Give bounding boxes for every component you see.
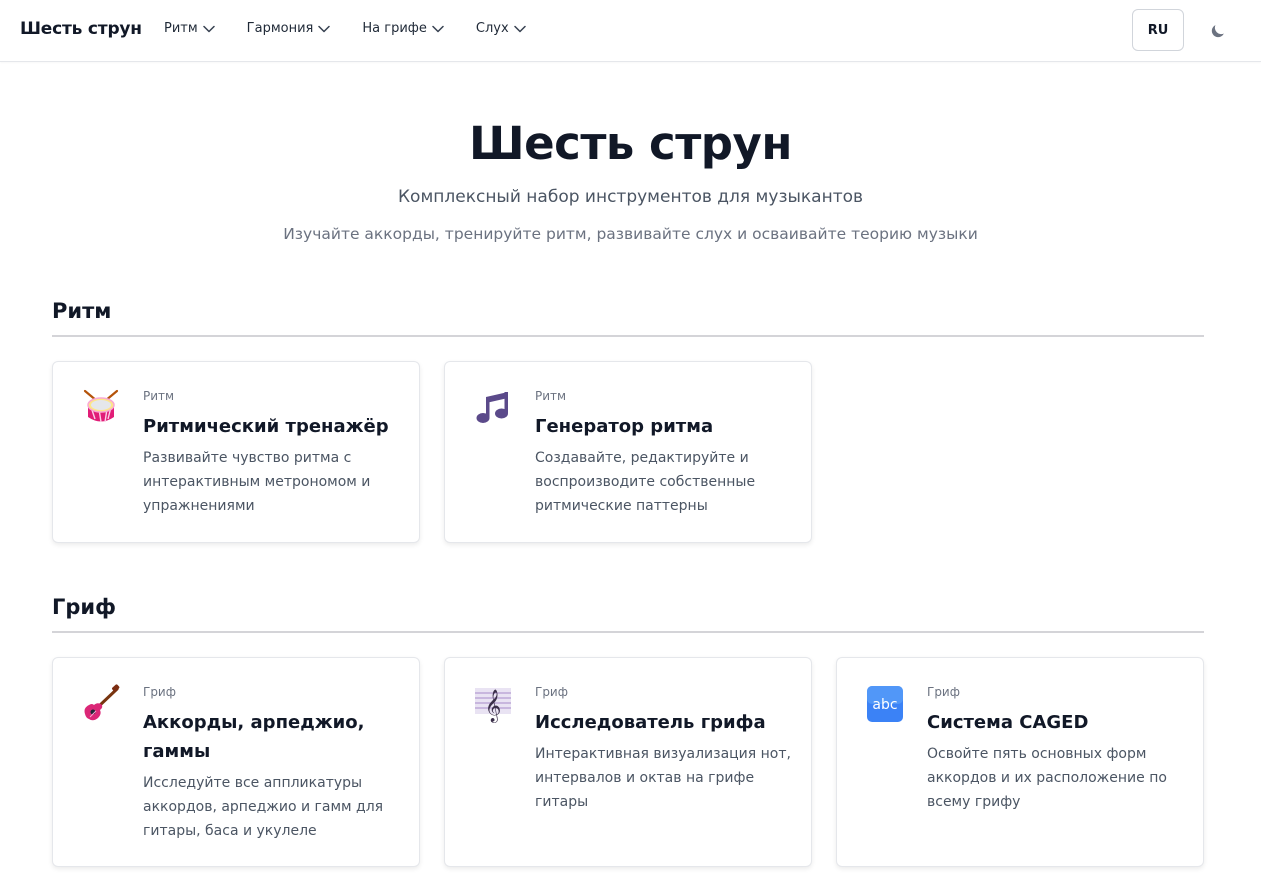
- section-divider: [52, 335, 1204, 337]
- nav-menu-label: На грифе: [362, 21, 427, 36]
- card-description: Развивайте чувство ритма с интерактивным…: [143, 450, 371, 514]
- nav-menu-label: Ритм: [164, 21, 198, 36]
- chevron-down-icon: [318, 25, 331, 32]
- nav-menu-label: Гармония: [246, 21, 314, 36]
- section-title-fretboard: Гриф: [52, 595, 116, 619]
- card-description: Исследуйте все аппликатуры аккордов, арп…: [143, 775, 384, 839]
- card-rhythm-trainer[interactable]: Ритм Ритмический тренажёр Развивайте чув…: [52, 361, 420, 543]
- card-rhythm-generator[interactable]: Ритм Генератор ритма Создавайте, редакти…: [444, 361, 812, 543]
- card-category: Гриф: [143, 685, 176, 699]
- section-divider: [52, 631, 1204, 633]
- hero-subtitle: Комплексный набор инструментов для музык…: [397, 187, 864, 207]
- card-description: Освойте пять основных форм аккордов и их…: [927, 746, 1167, 810]
- nav-menu-rhythm[interactable]: Ритм: [164, 21, 215, 36]
- card-title: Генератор ритма: [535, 416, 714, 437]
- card-category: Ритм: [535, 389, 567, 403]
- treble-clef-icon: 𝄞: [473, 684, 513, 724]
- card-description: Интерактивная визуализация нот, интервал…: [535, 746, 791, 810]
- chevron-down-icon: [513, 25, 526, 32]
- music-notes-icon: [473, 388, 513, 428]
- card-description: Создавайте, редактируйте и воспроизводит…: [535, 450, 756, 514]
- top-navigation-bar: Шесть струн Ритм Гармония На грифе Слух …: [0, 0, 1261, 62]
- chevron-down-icon: [432, 25, 444, 32]
- nav-menu-label: Слух: [475, 21, 509, 36]
- guitar-icon: [81, 684, 121, 724]
- card-title: Аккорды, арпеджио, гаммы: [143, 712, 365, 762]
- card-title: Ритмический тренажёр: [143, 416, 389, 437]
- card-category: Гриф: [927, 685, 960, 699]
- svg-text:𝄞: 𝄞: [485, 689, 502, 723]
- card-category: Ритм: [143, 389, 175, 403]
- hero-description: Изучайте аккорды, тренируйте ритм, разви…: [283, 225, 978, 243]
- chevron-down-icon: [202, 25, 215, 32]
- section-title-rhythm: Ритм: [52, 299, 112, 323]
- main-nav: Ритм Гармония На грифе Слух: [164, 21, 558, 36]
- card-title: Система CAGED: [927, 712, 1089, 733]
- nav-menu-ear[interactable]: Слух: [476, 21, 526, 36]
- theme-toggle-button[interactable]: [1206, 19, 1230, 43]
- card-fretboard-explorer[interactable]: 𝄞 Гриф Исследователь грифа Интерактивная…: [444, 657, 812, 867]
- card-category: Гриф: [535, 685, 568, 699]
- nav-menu-fretboard[interactable]: На грифе: [362, 21, 444, 36]
- brand-logo-link[interactable]: Шесть струн: [20, 19, 142, 39]
- nav-menu-harmony[interactable]: Гармония: [247, 21, 331, 36]
- card-title: Исследователь грифа: [535, 712, 766, 733]
- svg-text:abc: abc: [872, 697, 897, 713]
- card-chords-arpeggios-scales[interactable]: Гриф Аккорды, арпеджио, гаммы Исследуйте…: [52, 657, 420, 867]
- card-caged-system[interactable]: abc Гриф Система CAGED Освойте пять осно…: [836, 657, 1204, 867]
- hero-title: Шесть струн: [469, 117, 792, 170]
- moon-icon: [1211, 25, 1224, 38]
- language-button[interactable]: RU: [1132, 9, 1184, 51]
- drum-icon: [81, 388, 121, 428]
- abc-icon: abc: [865, 684, 905, 724]
